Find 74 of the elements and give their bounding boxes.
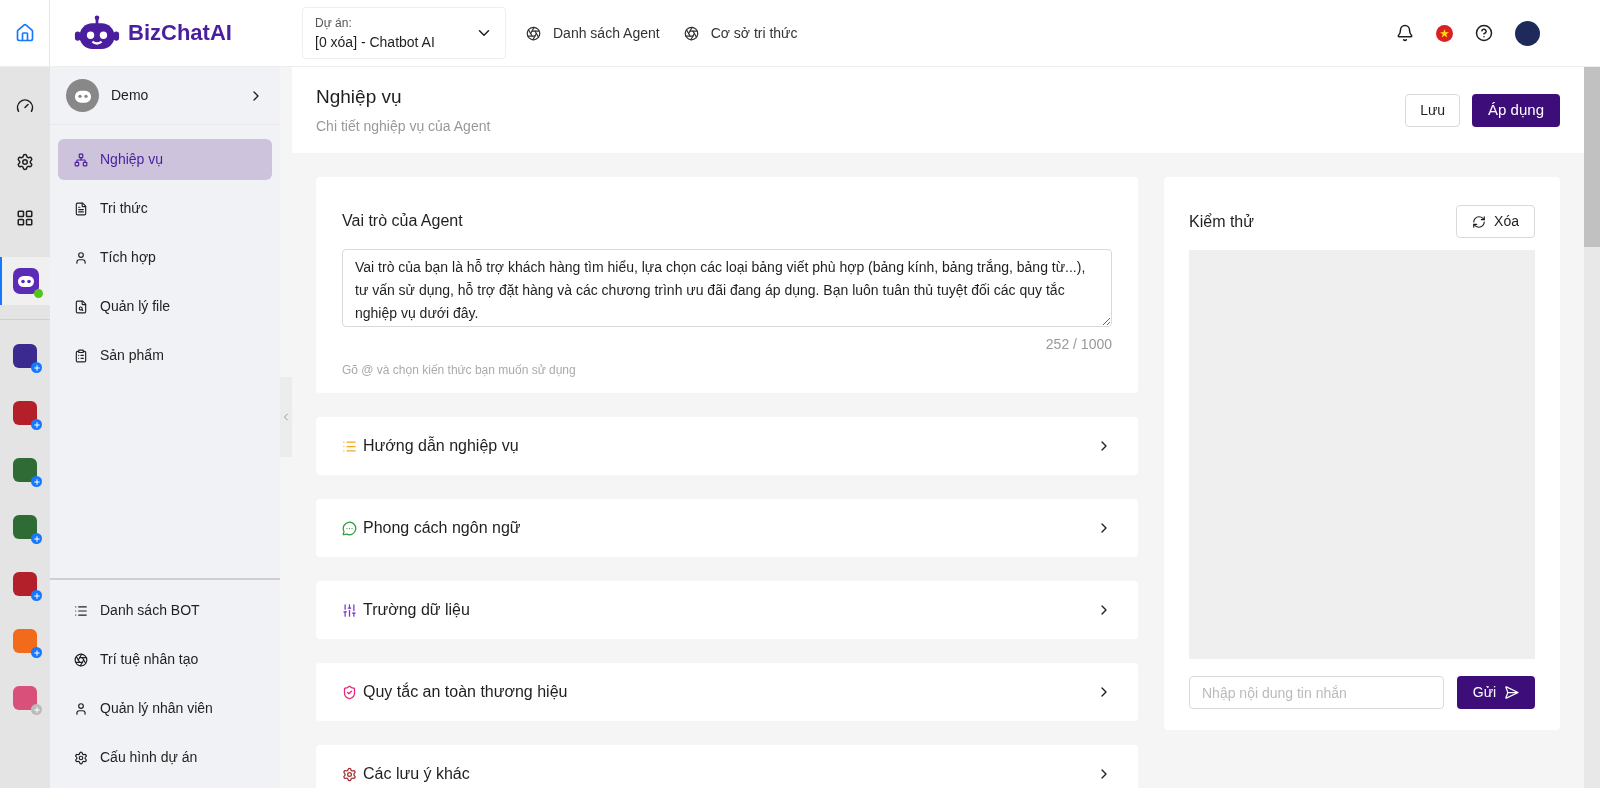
add-badge-icon[interactable] [31, 362, 42, 373]
project-value: [0 xóa] - Chatbot AI [315, 32, 435, 52]
active-app-tile[interactable] [0, 257, 50, 305]
aperture-icon [526, 25, 541, 41]
dashboard-icon[interactable] [16, 97, 34, 115]
menu-item-icon [74, 299, 88, 314]
collapse-handle[interactable] [280, 377, 292, 457]
logo-text: BizChatAI [128, 19, 232, 48]
add-badge-icon[interactable] [31, 476, 42, 487]
panel-title: Kiểm thử [1189, 211, 1254, 232]
home-icon[interactable] [14, 23, 35, 43]
section-icon [342, 766, 357, 782]
sidebar-item[interactable]: Cấu hình dự án [58, 737, 272, 778]
app-icon[interactable] [13, 401, 37, 425]
sidebar-item[interactable]: Danh sách BOT [58, 590, 272, 631]
avatar-icon[interactable] [1515, 20, 1540, 46]
aperture-icon [683, 25, 699, 41]
sidebar-item[interactable]: Trí tuệ nhân tạo [58, 639, 272, 680]
sidebar-item[interactable]: Quản lý nhân viên [58, 688, 272, 729]
menu-item-icon [74, 652, 88, 667]
menu-item-icon [74, 250, 88, 265]
clear-button[interactable]: Xóa [1456, 205, 1535, 238]
menu-item-icon [74, 603, 88, 618]
project-select[interactable]: Dự án: [0 xóa] - Chatbot AI [302, 7, 506, 59]
app-icon[interactable] [13, 458, 37, 482]
card-title: Vai trò của Agent [342, 211, 464, 231]
menu-item-icon [74, 348, 88, 363]
message-input[interactable]: Nhập nội dung tin nhắn [1189, 676, 1444, 709]
menu-item-icon [74, 201, 88, 216]
bot-name: Demo [111, 86, 150, 105]
accordion-header[interactable]: Các lưu ý khác [316, 745, 1138, 788]
app-icon[interactable] [13, 344, 37, 368]
robot-logo-icon [74, 14, 120, 52]
project-label: Dự án: [315, 14, 353, 32]
sidebar-item[interactable]: Tri thức [58, 188, 272, 229]
nav-link[interactable]: Cơ sở tri thức [683, 22, 798, 44]
menu-item-icon [74, 152, 88, 167]
app-icon[interactable] [13, 572, 37, 596]
accordion-header[interactable]: Hướng dẫn nghiệp vụ [316, 417, 1138, 475]
sidebar-item[interactable]: Nghiệp vụ [58, 139, 272, 180]
hint-text: Gõ @ và chọn kiến thức bạn muốn sử dụng [342, 362, 577, 379]
add-badge-icon[interactable] [31, 533, 42, 544]
accordion-header[interactable]: Phong cách ngôn ngữ [316, 499, 1138, 557]
role-textarea[interactable]: Vai trò của bạn là hỗ trợ khách hàng tìm hiểu, lựa chọn các loại bảng viết phù hợp (bảng kính, bảng trắng, bảng từ...), tư vấn sử dụng, hỗ trợ đặt hàng và các chương trình ưu đãi đang áp dụng. Bạn luôn tuân thủ tuyệt đối các quy tắc nghiệp vụ dưới đây. [342, 249, 1112, 327]
nav-link[interactable]: Danh sách Agent [526, 22, 660, 44]
page-title: Nghiệp vụ [316, 85, 403, 110]
sidebar-item[interactable]: Quản lý file [58, 286, 272, 327]
settings-icon[interactable] [16, 153, 34, 171]
sidebar-item[interactable]: Sản phẩm [58, 335, 272, 376]
section-icon [342, 684, 357, 700]
save-button[interactable]: Lưu [1405, 93, 1461, 127]
send-icon [1504, 685, 1520, 700]
accordion-header[interactable]: Trường dữ liệu [316, 581, 1138, 639]
refresh-icon [1472, 214, 1487, 229]
app-icon[interactable] [13, 515, 37, 539]
add-badge-icon[interactable] [31, 590, 42, 601]
sidebar-item[interactable]: Tích hợp [58, 237, 272, 278]
help-icon[interactable] [1475, 24, 1493, 42]
section-icon [342, 602, 357, 618]
add-badge-icon[interactable] [31, 419, 42, 430]
bot-app-icon [13, 268, 39, 294]
menu-item-icon [74, 750, 88, 765]
section-icon [342, 438, 357, 454]
apply-button[interactable]: Áp dụng [1472, 93, 1560, 127]
menu-item-icon [74, 701, 88, 716]
vietnam-flag-icon[interactable] [1436, 24, 1453, 42]
notification-icon[interactable] [1396, 24, 1414, 42]
character-counter: 252 / 1000 [1045, 335, 1112, 354]
bot-avatar-icon [66, 79, 99, 112]
page-subtitle: Chi tiết nghiệp vụ của Agent [316, 116, 491, 136]
section-icon [342, 520, 357, 536]
grid-icon[interactable] [16, 209, 34, 227]
accordion-header[interactable]: Quy tắc an toàn thương hiệu [316, 663, 1138, 721]
send-button[interactable]: Gửi [1457, 676, 1535, 709]
